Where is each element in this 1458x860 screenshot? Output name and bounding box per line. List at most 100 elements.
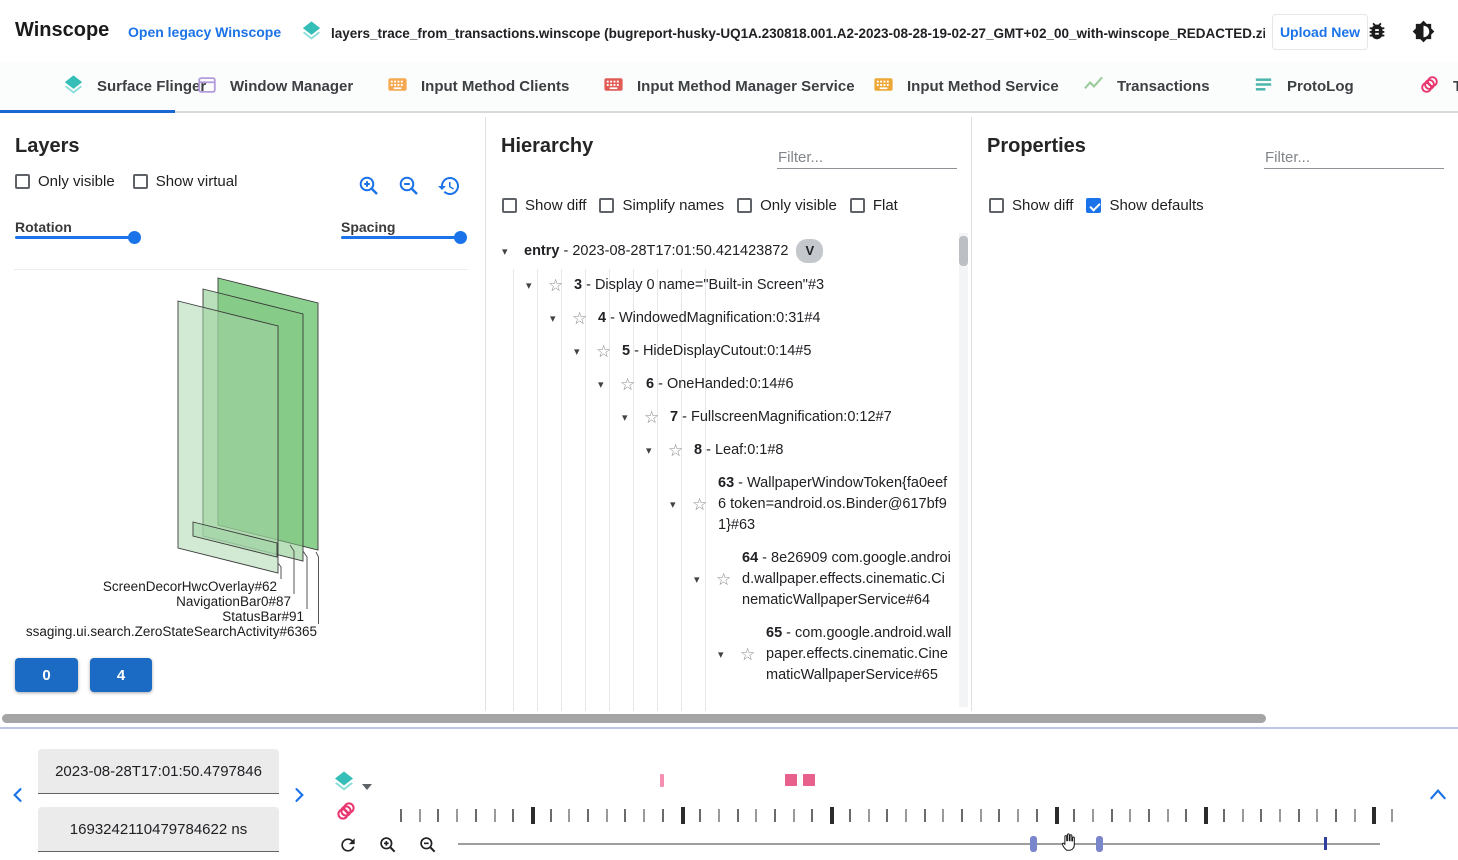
tree-node-4[interactable]: ▾☆4 - WindowedMagnification:0:31#4 bbox=[486, 302, 972, 335]
spacing-slider-thumb[interactable] bbox=[454, 231, 467, 244]
chevron-right-icon[interactable] bbox=[289, 785, 309, 810]
tree-node-63[interactable]: ▾☆63 - WallpaperWindowToken{fa0eef6 toke… bbox=[486, 467, 972, 542]
surface-flinger-trace-icon[interactable] bbox=[332, 769, 356, 798]
timestamp-ns-input[interactable] bbox=[38, 807, 279, 852]
caret-down-icon[interactable]: ▾ bbox=[694, 573, 716, 586]
tree-node-entry[interactable]: ▾entry - 2023-08-28T17:01:50.421423872V bbox=[486, 233, 972, 269]
tree-node-65[interactable]: ▾☆65 - com.google.android.wallpaper.effe… bbox=[486, 617, 972, 692]
rotation-slider-thumb[interactable] bbox=[128, 231, 141, 244]
caret-down-icon[interactable]: ▾ bbox=[670, 498, 692, 511]
hierarchy-filter-input[interactable] bbox=[777, 147, 957, 169]
zoom-in-icon[interactable] bbox=[357, 174, 381, 198]
spacing-slider[interactable] bbox=[341, 236, 462, 239]
hierarchy-checkbox-simplify-names[interactable]: Simplify names bbox=[599, 197, 724, 214]
checkbox-label: Simplify names bbox=[622, 197, 724, 214]
caret-down-icon[interactable]: ▾ bbox=[646, 444, 668, 457]
caret-down-icon[interactable]: ▾ bbox=[598, 378, 620, 391]
spacing-slider-label: Spacing bbox=[341, 219, 395, 235]
range-handle-right[interactable] bbox=[1096, 836, 1103, 852]
upload-new-button[interactable]: Upload New bbox=[1272, 14, 1368, 50]
layers-checkbox-only-visible[interactable]: Only visible bbox=[15, 173, 115, 190]
tab-input-method-service[interactable]: Input Method Service bbox=[872, 62, 1059, 111]
ruler-tick bbox=[793, 809, 795, 822]
tree-node-6[interactable]: ▾☆6 - OneHanded:0:14#6 bbox=[486, 368, 972, 401]
star-icon[interactable]: ☆ bbox=[596, 345, 622, 359]
properties-checkbox-show-diff[interactable]: Show diff bbox=[989, 197, 1073, 214]
tree-node-8[interactable]: ▾☆8 - Leaf:0:1#8 bbox=[486, 434, 972, 467]
horizontal-scrollbar[interactable] bbox=[0, 712, 1458, 725]
window-icon bbox=[196, 74, 218, 100]
caret-down-icon[interactable]: ▾ bbox=[550, 312, 572, 325]
ruler-tick bbox=[662, 809, 664, 822]
hierarchy-checkbox-row: Show diff Simplify names Only visible Flat bbox=[502, 197, 898, 214]
layer-id-button-4[interactable]: 4 bbox=[90, 658, 152, 692]
chevron-down-icon[interactable] bbox=[362, 784, 372, 790]
transitions-trace-icon[interactable] bbox=[334, 799, 358, 828]
hierarchy-checkbox-only-visible[interactable]: Only visible bbox=[737, 197, 837, 214]
timeline-range-line[interactable] bbox=[458, 843, 1380, 845]
hand-cursor bbox=[1058, 831, 1080, 858]
tree-node-label: 64 - 8e26909 com.google.android.wallpape… bbox=[742, 548, 952, 611]
tab-input-method-manager-service[interactable]: Input Method Manager Service bbox=[602, 62, 855, 111]
checkbox-box bbox=[15, 174, 30, 189]
tree-node-3[interactable]: ▾☆3 - Display 0 name="Built-in Screen"#3 bbox=[486, 269, 972, 302]
star-icon[interactable]: ☆ bbox=[668, 444, 694, 458]
caret-down-icon[interactable]: ▾ bbox=[622, 411, 644, 424]
bug-report-icon[interactable] bbox=[1366, 20, 1388, 42]
timeline-zoom-out-icon[interactable] bbox=[418, 835, 438, 860]
open-legacy-winscope-link[interactable]: Open legacy Winscope bbox=[128, 24, 281, 40]
chevron-left-icon[interactable] bbox=[8, 785, 28, 810]
tree-node-5[interactable]: ▾☆5 - HideDisplayCutout:0:14#5 bbox=[486, 335, 972, 368]
layers-checkbox-show-virtual[interactable]: Show virtual bbox=[133, 173, 238, 190]
timeline-zoom-in-icon[interactable] bbox=[378, 835, 398, 860]
ruler-tick bbox=[755, 809, 757, 822]
restore-icon[interactable] bbox=[437, 174, 461, 198]
star-icon[interactable]: ☆ bbox=[740, 648, 766, 662]
star-icon[interactable]: ☆ bbox=[644, 411, 670, 425]
tab-label: Window Manager bbox=[230, 78, 353, 95]
ruler-tick bbox=[1055, 807, 1059, 824]
caret-down-icon[interactable]: ▾ bbox=[502, 245, 524, 258]
rotation-slider[interactable] bbox=[15, 236, 136, 239]
star-icon[interactable]: ☆ bbox=[692, 498, 718, 512]
tab-window-manager[interactable]: Window Manager bbox=[196, 62, 353, 111]
horizontal-scrollbar-thumb[interactable] bbox=[2, 714, 1266, 723]
hierarchy-panel: Hierarchy Show diff Simplify names Only vi… bbox=[486, 117, 972, 711]
hierarchy-scrollbar-thumb[interactable] bbox=[959, 236, 968, 266]
star-icon[interactable]: ☆ bbox=[620, 378, 646, 392]
chart-icon bbox=[1082, 73, 1105, 100]
properties-filter-input[interactable] bbox=[1264, 147, 1444, 169]
range-handle-left[interactable] bbox=[1030, 836, 1037, 852]
layer-id-button-0[interactable]: 0 bbox=[15, 658, 78, 692]
caret-down-icon[interactable]: ▾ bbox=[718, 648, 740, 661]
tab-tr[interactable]: Tr bbox=[1418, 62, 1458, 111]
tab-input-method-clients[interactable]: Input Method Clients bbox=[386, 62, 569, 111]
chevron-up-icon[interactable] bbox=[1428, 787, 1448, 806]
hierarchy-checkbox-flat[interactable]: Flat bbox=[850, 197, 898, 214]
tree-node-7[interactable]: ▾☆7 - FullscreenMagnification:0:12#7 bbox=[486, 401, 972, 434]
tree-node-64[interactable]: ▾☆64 - 8e26909 com.google.android.wallpa… bbox=[486, 542, 972, 617]
star-icon[interactable]: ☆ bbox=[716, 573, 742, 587]
tab-protolog[interactable]: ProtoLog bbox=[1252, 62, 1354, 111]
dark-mode-icon[interactable] bbox=[1412, 20, 1434, 42]
ruler-tick bbox=[998, 809, 1000, 822]
star-icon[interactable]: ☆ bbox=[548, 279, 574, 293]
hierarchy-checkbox-show-diff[interactable]: Show diff bbox=[502, 197, 586, 214]
ruler-tick bbox=[1167, 809, 1169, 822]
properties-checkbox-show-defaults[interactable]: Show defaults bbox=[1086, 197, 1203, 214]
timeline-panel bbox=[0, 727, 1458, 860]
hierarchy-scrollbar-track[interactable] bbox=[959, 233, 968, 707]
refresh-icon[interactable] bbox=[338, 835, 358, 860]
caret-down-icon[interactable]: ▾ bbox=[526, 279, 548, 292]
star-icon[interactable]: ☆ bbox=[572, 312, 598, 326]
tab-surface-flinger[interactable]: Surface Flinger bbox=[62, 62, 206, 111]
zoom-out-icon[interactable] bbox=[397, 174, 421, 198]
ruler-tick bbox=[1148, 809, 1150, 822]
checkbox-box bbox=[599, 198, 614, 213]
hierarchy-panel-title: Hierarchy bbox=[501, 135, 593, 158]
tab-label: Tr bbox=[1453, 78, 1458, 95]
timestamp-human-input[interactable] bbox=[38, 749, 279, 794]
caret-down-icon[interactable]: ▾ bbox=[574, 345, 596, 358]
tab-transactions[interactable]: Transactions bbox=[1082, 62, 1210, 111]
ruler-tick bbox=[1260, 809, 1262, 822]
